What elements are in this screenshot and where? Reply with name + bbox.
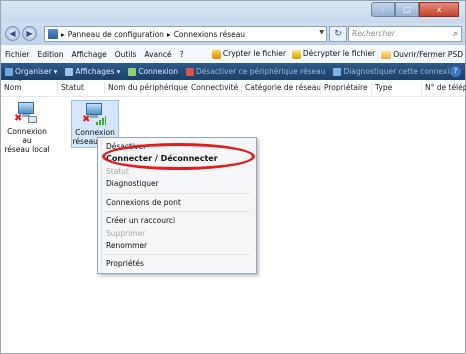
- column-headers: Nom ˄ Statut Nom du périphérique Connect…: [1, 79, 466, 97]
- diagnose-connection-button[interactable]: Diagnostiquer cette connexion: [329, 67, 462, 76]
- organize-button[interactable]: Organiser ▾: [1, 67, 61, 76]
- sort-ascending-icon: ˄: [18, 79, 22, 87]
- connection-item-local-network[interactable]: ✖ Connexion au réseau local: [3, 100, 51, 154]
- control-panel-icon: [48, 29, 58, 39]
- breadcrumb-separator: ▸: [61, 29, 65, 39]
- menu-edit[interactable]: Edition: [34, 50, 68, 59]
- column-divider[interactable]: [241, 82, 242, 94]
- menu-item-properties[interactable]: Propriétés: [106, 259, 144, 268]
- chevron-down-icon: ▾: [53, 67, 58, 76]
- menu-item-rename[interactable]: Renommer: [106, 241, 147, 250]
- column-header-device-name[interactable]: Nom du périphérique: [108, 83, 188, 92]
- close-button[interactable]: x: [419, 2, 459, 17]
- column-divider[interactable]: [320, 82, 321, 94]
- disabled-x-icon: ✖: [14, 113, 23, 124]
- menu-item-diagnose[interactable]: Diagnostiquer: [106, 179, 159, 188]
- search-placeholder: Rechercher: [352, 29, 395, 38]
- open-close-psd-label: Ouvrir/Fermer PSD: [393, 49, 463, 59]
- column-header-type[interactable]: Type: [375, 83, 392, 92]
- decrypt-file-label: Décrypter le fichier: [302, 49, 376, 59]
- disable-device-button[interactable]: Désactiver ce périphérique réseau: [182, 67, 329, 76]
- column-divider[interactable]: [57, 82, 58, 94]
- network-cable-icon: [28, 116, 37, 123]
- column-divider[interactable]: [371, 82, 372, 94]
- menu-item-create-shortcut[interactable]: Créer un raccourci: [106, 216, 175, 225]
- menu-item-delete[interactable]: Supprimer: [106, 229, 145, 238]
- views-button[interactable]: Affichages ▾: [61, 67, 124, 76]
- menu-help[interactable]: ?: [176, 50, 188, 59]
- column-header-network-category[interactable]: Catégorie de réseau: [245, 83, 321, 92]
- menu-view[interactable]: Affichage: [67, 50, 110, 59]
- menu-advanced[interactable]: Avancé: [140, 50, 175, 59]
- encrypt-file-label: Crypter le fichier: [222, 49, 286, 59]
- menu-separator: [104, 211, 250, 212]
- chevron-down-icon[interactable]: ▼: [319, 29, 324, 36]
- window-controls: – □ x: [371, 2, 459, 17]
- organize-icon: [5, 67, 13, 76]
- column-header-status[interactable]: Statut: [61, 83, 84, 92]
- open-close-psd-button[interactable]: Ouvrir/Fermer PSD: [381, 50, 463, 59]
- help-icon[interactable]: ?: [450, 66, 461, 77]
- views-icon: [65, 67, 74, 76]
- search-icon[interactable]: ⌕: [453, 27, 458, 41]
- column-header-phone-number[interactable]: N° de télép...: [425, 83, 466, 92]
- menu-separator: [104, 193, 250, 194]
- connect-icon: [128, 67, 137, 76]
- connection-label: réseau local: [4, 145, 50, 154]
- menu-tools[interactable]: Outils: [111, 50, 141, 59]
- minimize-button[interactable]: –: [371, 2, 395, 17]
- back-button[interactable]: ◀: [5, 26, 20, 41]
- diagnose-icon: [333, 67, 342, 76]
- column-header-connectivity[interactable]: Connectivité: [191, 83, 238, 92]
- search-input[interactable]: Rechercher ⌕: [348, 26, 462, 42]
- chevron-down-icon: ▾: [116, 67, 121, 76]
- menu-gutter: [101, 140, 102, 271]
- encrypt-file-button[interactable]: Crypter le fichier: [211, 49, 286, 59]
- wired-network-icon: ✖: [14, 100, 40, 126]
- column-divider[interactable]: [421, 82, 422, 94]
- disconnected-x-icon: ✖: [82, 114, 91, 125]
- command-bar: Organiser ▾ Affichages ▾ Connexion Désac…: [1, 63, 465, 80]
- disable-device-label: Désactiver ce périphérique réseau: [196, 67, 326, 76]
- menu-item-bridge-connections[interactable]: Connexions de pont: [106, 198, 181, 207]
- menu-separator: [104, 254, 250, 255]
- address-row: ◀ ▶ ▸ Panneau de configuration ▸ Connexi…: [1, 23, 465, 45]
- menu-extensions: Crypter le fichier Décrypter le fichier …: [211, 45, 463, 63]
- signal-bars-icon: [96, 116, 106, 125]
- title-bar: – □ x: [1, 1, 465, 23]
- decrypt-file-button[interactable]: Décrypter le fichier: [291, 49, 376, 59]
- column-header-owner[interactable]: Propriétaire: [324, 83, 368, 92]
- breadcrumb-control-panel[interactable]: Panneau de configuration: [68, 30, 164, 39]
- unlock-icon: [291, 49, 301, 59]
- connect-button[interactable]: Connexion: [124, 67, 182, 76]
- column-divider[interactable]: [104, 82, 105, 94]
- network-connections-window: – □ x ◀ ▶ ▸ Panneau de configuration ▸ C…: [0, 0, 466, 354]
- views-label: Affichages: [75, 67, 115, 76]
- column-divider[interactable]: [187, 82, 188, 94]
- address-bar[interactable]: ▸ Panneau de configuration ▸ Connexions …: [44, 26, 327, 42]
- lock-icon: [211, 49, 221, 59]
- refresh-button[interactable]: ↻: [329, 26, 347, 42]
- connection-label: Connexion au: [7, 127, 47, 145]
- wireless-network-icon: ✖: [82, 101, 108, 127]
- menu-file[interactable]: Fichier: [1, 50, 34, 59]
- red-highlight-annotation: [102, 143, 255, 170]
- connect-label: Connexion: [138, 67, 179, 76]
- menu-item-status[interactable]: Statut: [106, 167, 129, 176]
- organize-label: Organiser: [15, 67, 52, 76]
- menu-bar: Fichier Edition Affichage Outils Avancé …: [1, 45, 465, 64]
- breadcrumb-separator: ▸: [166, 29, 171, 39]
- breadcrumb-network-connections[interactable]: Connexions réseau: [174, 30, 245, 39]
- folder-icon: [381, 50, 392, 59]
- disable-icon: [186, 67, 195, 76]
- diagnose-connection-label: Diagnostiquer cette connexion: [343, 67, 459, 76]
- connection-label: Connexion: [75, 128, 115, 137]
- maximize-button[interactable]: □: [395, 2, 419, 17]
- forward-button[interactable]: ▶: [22, 26, 37, 41]
